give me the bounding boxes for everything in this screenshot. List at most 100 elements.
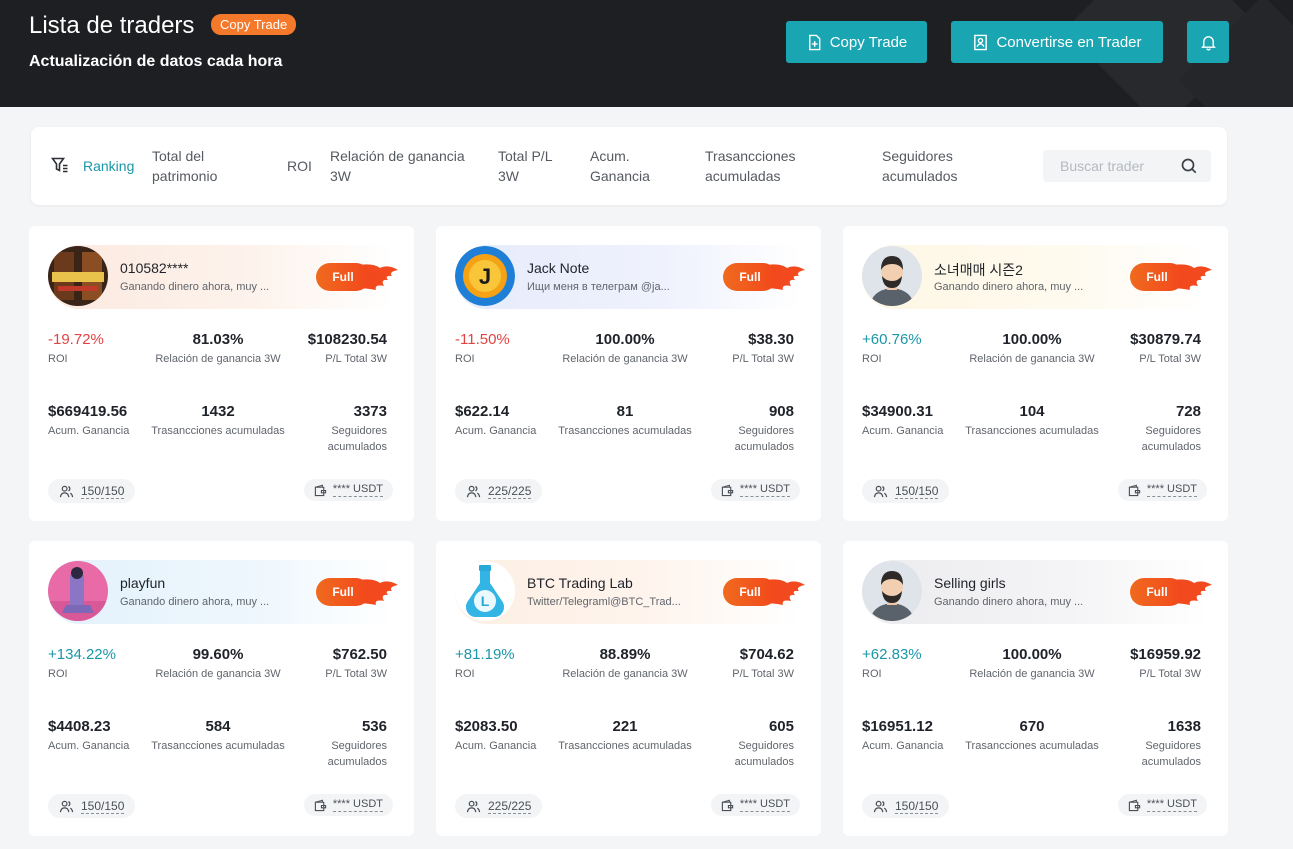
pl-total-label: P/L Total 3W [1139, 353, 1201, 365]
search-icon[interactable] [1180, 157, 1198, 175]
acum-gain-stat: $2083.50 Acum. Ganancia [455, 718, 536, 754]
trader-description: Ganando dinero ahora, muy ... [120, 281, 270, 293]
users-icon [466, 485, 481, 497]
filter-trades[interactable]: Trasancciones acumuladas [705, 146, 815, 186]
trader-description: Ganando dinero ahora, muy ... [934, 596, 1084, 608]
trader-avatar [862, 561, 922, 621]
trades-stat: 221 Trasancciones acumuladas [555, 718, 695, 754]
trades-label: Trasancciones acumuladas [151, 425, 285, 437]
followers-stat: 605 Seguidores acumulados [704, 718, 794, 770]
usdt-value: **** USDT [332, 483, 383, 497]
acum-gain-value: $622.14 [455, 403, 510, 420]
full-label: Full [316, 578, 370, 606]
followers-stat: 728 Seguidores acumulados [1111, 403, 1201, 455]
trader-card[interactable]: Selling girls Ganando dinero ahora, muy … [843, 541, 1228, 836]
win-ratio-stat: 88.89% Relación de ganancia 3W [555, 646, 695, 682]
win-ratio-label: Relación de ganancia 3W [155, 353, 281, 365]
acum-gain-stat: $4408.23 Acum. Ganancia [48, 718, 129, 754]
filter-win-ratio[interactable]: Relación de ganancia 3W [330, 146, 480, 186]
full-badge: Full [1130, 578, 1212, 606]
pl-total-stat: $762.50 P/L Total 3W [325, 646, 387, 682]
acum-gain-stat: $669419.56 Acum. Ganancia [48, 403, 129, 439]
trader-card[interactable]: 소녀매매 시즌2 Ganando dinero ahora, muy ... F… [843, 226, 1228, 521]
followers-value: 605 [768, 718, 794, 735]
trades-label: Trasancciones acumuladas [558, 740, 692, 752]
roi-stat: -11.50% ROI [455, 331, 510, 367]
filter-total-pl[interactable]: Total P/L 3W [498, 146, 558, 186]
filter-ranking[interactable]: Ranking [83, 156, 134, 176]
trader-avatar [48, 246, 108, 306]
trader-name: 소녀매매 시즌2 [934, 262, 1023, 278]
wallet-icon [314, 799, 327, 811]
win-ratio-value: 99.60% [192, 646, 244, 663]
copier-slots: 150/150 [862, 794, 950, 818]
followers-label: Seguidores acumulados [1141, 425, 1201, 453]
trades-label: Trasancciones acumuladas [965, 425, 1099, 437]
slots-value: 150/150 [895, 483, 939, 499]
trades-stat: 584 Trasancciones acumuladas [148, 718, 288, 754]
win-ratio-stat: 100.00% Relación de ganancia 3W [962, 331, 1102, 367]
followers-label: Seguidores acumulados [734, 740, 794, 768]
acum-gain-label: Acum. Ganancia [48, 425, 130, 437]
pl-total-label: P/L Total 3W [732, 668, 794, 680]
roi-stat: -19.72% ROI [48, 331, 104, 367]
filter-total-equity[interactable]: Total del patrimonio [152, 146, 252, 186]
win-ratio-value: 100.00% [1002, 646, 1062, 663]
trader-description: Ganando dinero ahora, muy ... [934, 281, 1084, 293]
followers-label: Seguidores acumulados [327, 740, 387, 768]
roi-value: +62.83% [862, 646, 922, 663]
become-trader-button[interactable]: Convertirse en Trader [951, 21, 1163, 63]
acum-gain-label: Acum. Ganancia [455, 425, 537, 437]
copy-trade-button[interactable]: Copy Trade [786, 21, 927, 63]
full-label: Full [723, 578, 777, 606]
trader-name: 010582**** [120, 260, 189, 276]
search-input[interactable] [1043, 158, 1173, 174]
copier-slots: 225/225 [455, 794, 543, 818]
wallet-icon [1128, 484, 1141, 496]
copier-slots: 150/150 [48, 479, 136, 503]
min-investment: **** USDT [710, 794, 800, 816]
roi-stat: +62.83% ROI [862, 646, 922, 682]
acum-gain-stat: $16951.12 Acum. Ganancia [862, 718, 943, 754]
notifications-button[interactable] [1187, 21, 1229, 63]
roi-stat: +81.19% ROI [455, 646, 515, 682]
trader-description: Ganando dinero ahora, muy ... [120, 596, 270, 608]
acum-gain-label: Acum. Ganancia [862, 425, 944, 437]
win-ratio-label: Relación de ganancia 3W [969, 353, 1095, 365]
slots-value: 150/150 [81, 483, 125, 499]
usdt-value: **** USDT [1146, 798, 1197, 812]
pl-total-value: $38.30 [748, 331, 794, 348]
trader-name: BTC Trading Lab [527, 575, 633, 591]
document-plus-icon [808, 34, 821, 50]
filter-icon[interactable] [51, 156, 69, 174]
filter-roi[interactable]: ROI [287, 156, 312, 176]
full-badge: Full [316, 263, 398, 291]
pl-total-label: P/L Total 3W [1139, 668, 1201, 680]
trader-card[interactable]: playfun Ganando dinero ahora, muy ... Fu… [29, 541, 414, 836]
trades-label: Trasancciones acumuladas [558, 425, 692, 437]
win-ratio-value: 100.00% [595, 331, 655, 348]
copy-trade-button-label: Copy Trade [829, 33, 908, 51]
pl-total-label: P/L Total 3W [732, 353, 794, 365]
min-investment: **** USDT [303, 794, 393, 816]
acum-gain-value: $669419.56 [48, 403, 128, 420]
trader-card[interactable]: J Jack Note Ищи меня в телеграм @ja... F… [436, 226, 821, 521]
trader-card[interactable]: 010582**** Ganando dinero ahora, muy ...… [29, 226, 414, 521]
filter-followers[interactable]: Seguidores acumulados [882, 146, 972, 186]
roi-value: -19.72% [48, 331, 104, 348]
full-badge: Full [723, 263, 805, 291]
svg-text:J: J [479, 264, 491, 289]
trader-card[interactable]: L BTC Trading Lab Twitter/Telegraml@BTC_… [436, 541, 821, 836]
wallet-icon [721, 484, 734, 496]
usdt-value: **** USDT [739, 798, 790, 812]
full-badge: Full [316, 578, 398, 606]
followers-stat: 3373 Seguidores acumulados [297, 403, 387, 455]
filter-bar: Ranking Total del patrimonio ROI Relació… [31, 127, 1227, 205]
acum-gain-label: Acum. Ganancia [48, 740, 130, 752]
roi-label: ROI [862, 353, 882, 365]
usdt-value: **** USDT [739, 483, 790, 497]
filter-acum-gain[interactable]: Acum. Ganancia [590, 146, 660, 186]
trades-stat: 670 Trasancciones acumuladas [962, 718, 1102, 754]
win-ratio-value: 100.00% [1002, 331, 1062, 348]
pl-total-label: P/L Total 3W [325, 353, 387, 365]
